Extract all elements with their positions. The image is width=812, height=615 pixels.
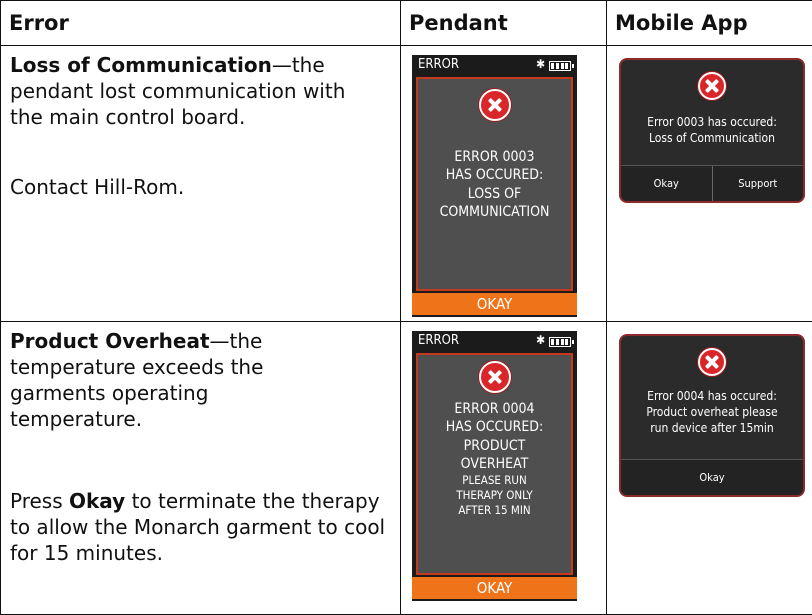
error-title: Loss of Communication	[10, 53, 272, 77]
okay-button[interactable]: Okay	[621, 460, 803, 495]
pendant-small-line: AFTER 15 MIN	[458, 502, 531, 517]
pendant-bar-label: ERROR	[418, 333, 459, 348]
pendant-line: PRODUCT	[463, 437, 526, 454]
error-description-cell: Loss of Communication—the pendant lost c…	[0, 45, 401, 322]
pendant-line: ERROR 0004	[454, 401, 535, 418]
table-row: Loss of Communication—the pendant lost c…	[0, 45, 812, 322]
error-x-icon	[478, 89, 511, 121]
battery-icon	[549, 61, 574, 71]
header-error: Error	[0, 0, 401, 46]
mobile-message-line: run device after 15min	[650, 421, 774, 436]
error-description-cell: Product Overheat—the temperature exceeds…	[0, 321, 401, 615]
pendant-bar-label: ERROR	[418, 57, 459, 72]
mobile-message-line: Loss of Communication	[648, 131, 775, 146]
error-x-icon	[478, 361, 511, 393]
battery-icon	[549, 337, 574, 347]
pendant-small-line: THERAPY ONLY	[456, 487, 533, 502]
bluetooth-icon: ✱	[535, 57, 545, 71]
okay-keyword: Okay	[69, 489, 126, 513]
error-table: Error Pendant Mobile App Loss of Communi…	[0, 0, 812, 615]
okay-button[interactable]: Okay	[621, 166, 712, 201]
support-button[interactable]: Support	[711, 166, 803, 201]
pendant-display: ERROR ✱ ERROR 0004 HAS OCCURED: PRODUCT …	[412, 331, 577, 601]
pendant-line: COMMUNICATION	[439, 203, 550, 220]
header-pendant: Pendant	[400, 0, 607, 46]
error-x-icon	[698, 348, 726, 376]
pendant-line: HAS OCCURED:	[445, 167, 544, 184]
table-row: Product Overheat—the temperature exceeds…	[0, 321, 812, 615]
mobile-message-line: Error 0003 has occured:	[647, 115, 777, 129]
mobile-cell: Error 0004 has occured: Product overheat…	[606, 321, 812, 615]
pendant-display: ERROR ✱ ERROR 0003 HAS OCCURED: LOSS OF …	[412, 55, 577, 317]
pendant-small-line: PLEASE RUN	[462, 472, 527, 487]
pendant-line: HAS OCCURED:	[445, 419, 544, 436]
mobile-cell: Error 0003 has occured: Loss of Communic…	[606, 45, 812, 322]
mobile-error-dialog: Error 0004 has occured: Product overheat…	[619, 334, 805, 497]
error-title: Product Overheat	[10, 329, 210, 353]
error-action: Contact Hill-Rom.	[10, 175, 185, 199]
bluetooth-icon: ✱	[535, 333, 545, 347]
mobile-error-dialog: Error 0003 has occured: Loss of Communic…	[619, 58, 805, 203]
error-action: Press	[10, 489, 69, 513]
pendant-cell: ERROR ✱ ERROR 0004 HAS OCCURED: PRODUCT …	[400, 321, 607, 615]
pendant-line: LOSS OF	[467, 185, 522, 202]
mobile-message-line: Product overheat please	[646, 405, 778, 420]
header-mobile: Mobile App	[606, 0, 812, 46]
pendant-line: ERROR 0003	[454, 149, 535, 166]
header-row: Error Pendant Mobile App	[0, 0, 812, 46]
pendant-okay-button[interactable]: OKAY	[412, 577, 577, 599]
pendant-line: OVERHEAT	[460, 455, 529, 472]
pendant-cell: ERROR ✱ ERROR 0003 HAS OCCURED: LOSS OF …	[400, 45, 607, 322]
error-x-icon	[698, 72, 726, 100]
pendant-okay-button[interactable]: OKAY	[412, 293, 577, 315]
mobile-message-line: Error 0004 has occured:	[647, 389, 777, 403]
